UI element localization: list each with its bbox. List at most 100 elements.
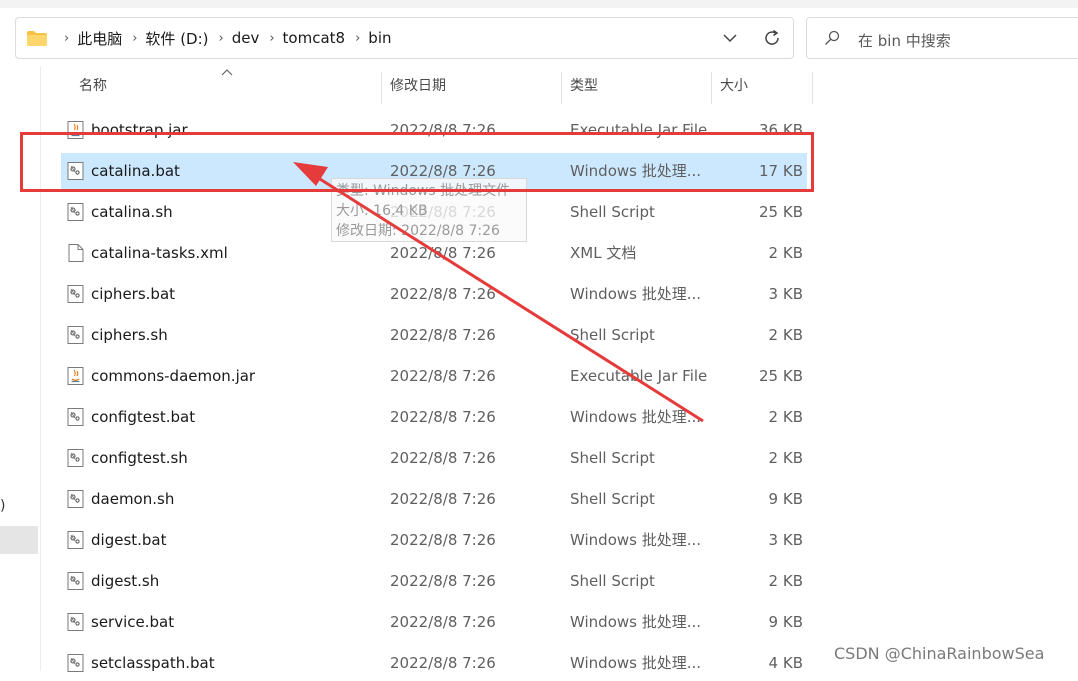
file-name: daemon.sh: [91, 490, 175, 508]
blank-file-icon: [66, 243, 86, 263]
chevron-right-icon[interactable]: ›: [219, 31, 224, 46]
file-size: 3 KB: [768, 285, 803, 303]
file-name: setclasspath.bat: [91, 654, 215, 672]
file-row[interactable]: digest.bat 2022/8/8 7:26 Windows 批处理... 3 K…: [61, 522, 807, 558]
file-type: Executable Jar File: [570, 367, 708, 385]
script-file-icon: [66, 284, 86, 304]
file-type: Shell Script: [570, 449, 655, 467]
chevron-right-icon[interactable]: ›: [269, 31, 274, 46]
nav-item-selected[interactable]: [0, 526, 38, 554]
file-date: 2022/8/8 7:26: [390, 285, 496, 303]
file-date: 2022/8/8 7:26: [390, 367, 496, 385]
file-date: 2022/8/8 7:26: [390, 449, 496, 467]
file-type: Windows 批处理...: [570, 531, 702, 549]
file-type: Shell Script: [570, 326, 655, 344]
file-type: Executable Jar File: [570, 121, 708, 139]
chevron-right-icon[interactable]: ›: [132, 31, 137, 46]
file-size: 2 KB: [768, 244, 803, 262]
column-header-date[interactable]: 修改日期: [382, 66, 562, 104]
folder-icon: [27, 31, 47, 46]
refresh-icon[interactable]: [761, 27, 783, 49]
file-name: service.bat: [91, 613, 175, 631]
file-row[interactable]: configtest.bat 2022/8/8 7:26 Windows 批处理..…: [61, 399, 807, 435]
crumb-this-pc[interactable]: 此电脑: [77, 28, 122, 49]
file-size: 17 KB: [759, 162, 803, 180]
file-row[interactable]: bootstrap.jar 2022/8/8 7:26 Executable Jar…: [61, 112, 807, 148]
column-header-type[interactable]: 类型: [562, 66, 712, 104]
file-row[interactable]: ciphers.bat 2022/8/8 7:26 Windows 批处理... 3 …: [61, 276, 807, 312]
file-name: catalina-tasks.xml: [91, 244, 228, 262]
file-name: commons-daemon.jar: [91, 367, 256, 385]
file-name: ciphers.bat: [91, 285, 176, 303]
crumb-dev[interactable]: dev: [232, 29, 260, 47]
file-row[interactable]: service.bat 2022/8/8 7:26 Windows 批处理... 9 …: [61, 604, 807, 640]
crumb-tomcat8[interactable]: tomcat8: [283, 29, 346, 47]
file-date: 2022/8/8 7:26: [390, 121, 496, 139]
file-date: 2022/8/8 7:26: [390, 326, 496, 344]
script-file-icon: [66, 653, 86, 673]
file-row[interactable]: digest.sh 2022/8/8 7:26 Shell Script 2 KB: [61, 563, 807, 599]
file-type: Windows 批处理...: [570, 408, 702, 426]
file-row[interactable]: daemon.sh 2022/8/8 7:26 Shell Script 9 KB: [61, 481, 807, 517]
search-icon: [825, 30, 840, 45]
tooltip-date: 修改日期: 2022/8/8 7:26: [336, 223, 500, 239]
tooltip-type: 类型: Windows 批处理文件: [336, 183, 511, 199]
column-header-size[interactable]: 大小: [712, 66, 813, 104]
column-header-name[interactable]: 名称: [71, 66, 382, 104]
script-file-icon: [66, 407, 86, 427]
breadcrumb: › 此电脑 › 软件 (D:) › dev › tomcat8 › bin: [54, 18, 392, 58]
file-date: 2022/8/8 7:26: [390, 654, 496, 672]
file-name: catalina.bat: [91, 162, 180, 180]
tooltip-size: 大小: 16.4 KB: [336, 203, 428, 219]
script-file-icon: [66, 489, 86, 509]
file-type: Windows 批处理...: [570, 654, 702, 672]
chevron-down-icon[interactable]: [719, 27, 741, 49]
crumb-bin[interactable]: bin: [368, 29, 391, 47]
file-row[interactable]: commons-daemon.jar 2022/8/8 7:26 Executabl…: [61, 358, 807, 394]
column-divider[interactable]: [812, 72, 813, 104]
script-file-icon: [66, 448, 86, 468]
file-tooltip: 类型: Windows 批处理文件 大小: 16.4 KB 修改日期: 2022…: [331, 178, 527, 242]
nav-item-label: ): [0, 498, 6, 514]
script-file-icon: [66, 325, 86, 345]
file-name: bootstrap.jar: [91, 121, 188, 139]
chevron-right-icon[interactable]: ›: [355, 31, 360, 46]
file-name: configtest.sh: [91, 449, 188, 467]
file-size: 9 KB: [768, 613, 803, 631]
file-size: 3 KB: [768, 531, 803, 549]
file-name: catalina.sh: [91, 203, 173, 221]
file-type: Shell Script: [570, 572, 655, 590]
file-name: digest.bat: [91, 531, 167, 549]
crumb-drive-d[interactable]: 软件 (D:): [145, 28, 208, 49]
file-date: 2022/8/8 7:26: [390, 531, 496, 549]
file-size: 9 KB: [768, 490, 803, 508]
file-row[interactable]: configtest.sh 2022/8/8 7:26 Shell Script 2 …: [61, 440, 807, 476]
file-type: XML 文档: [570, 244, 637, 262]
file-size: 25 KB: [759, 367, 803, 385]
script-file-icon: [66, 612, 86, 632]
file-size: 25 KB: [759, 203, 803, 221]
search-placeholder: 在 bin 中搜索: [858, 32, 951, 50]
address-bar[interactable]: › 此电脑 › 软件 (D:) › dev › tomcat8 › bin: [15, 17, 794, 59]
file-type: Windows 批处理...: [570, 285, 702, 303]
file-size: 36 KB: [759, 121, 803, 139]
file-name: digest.sh: [91, 572, 160, 590]
file-size: 2 KB: [768, 326, 803, 344]
file-size: 2 KB: [768, 449, 803, 467]
file-row[interactable]: setclasspath.bat 2022/8/8 7:26 Windows 批处理…: [61, 645, 807, 681]
column-header-label: 修改日期: [390, 78, 446, 94]
pane-divider[interactable]: [40, 66, 41, 671]
java-jar-icon: [66, 366, 86, 386]
file-size: 4 KB: [768, 654, 803, 672]
script-file-icon: [66, 202, 86, 222]
navigation-pane[interactable]: ): [0, 66, 40, 671]
file-size: 2 KB: [768, 408, 803, 426]
file-row[interactable]: ciphers.sh 2022/8/8 7:26 Shell Script 2 KB: [61, 317, 807, 353]
chevron-right-icon[interactable]: ›: [64, 31, 69, 46]
script-file-icon: [66, 571, 86, 591]
file-type: Windows 批处理...: [570, 162, 702, 180]
search-input[interactable]: 在 bin 中搜索: [806, 17, 1078, 59]
watermark: CSDN @ChinaRainbowSea: [834, 644, 1045, 663]
file-date: 2022/8/8 7:26: [390, 613, 496, 631]
file-type: Shell Script: [570, 490, 655, 508]
